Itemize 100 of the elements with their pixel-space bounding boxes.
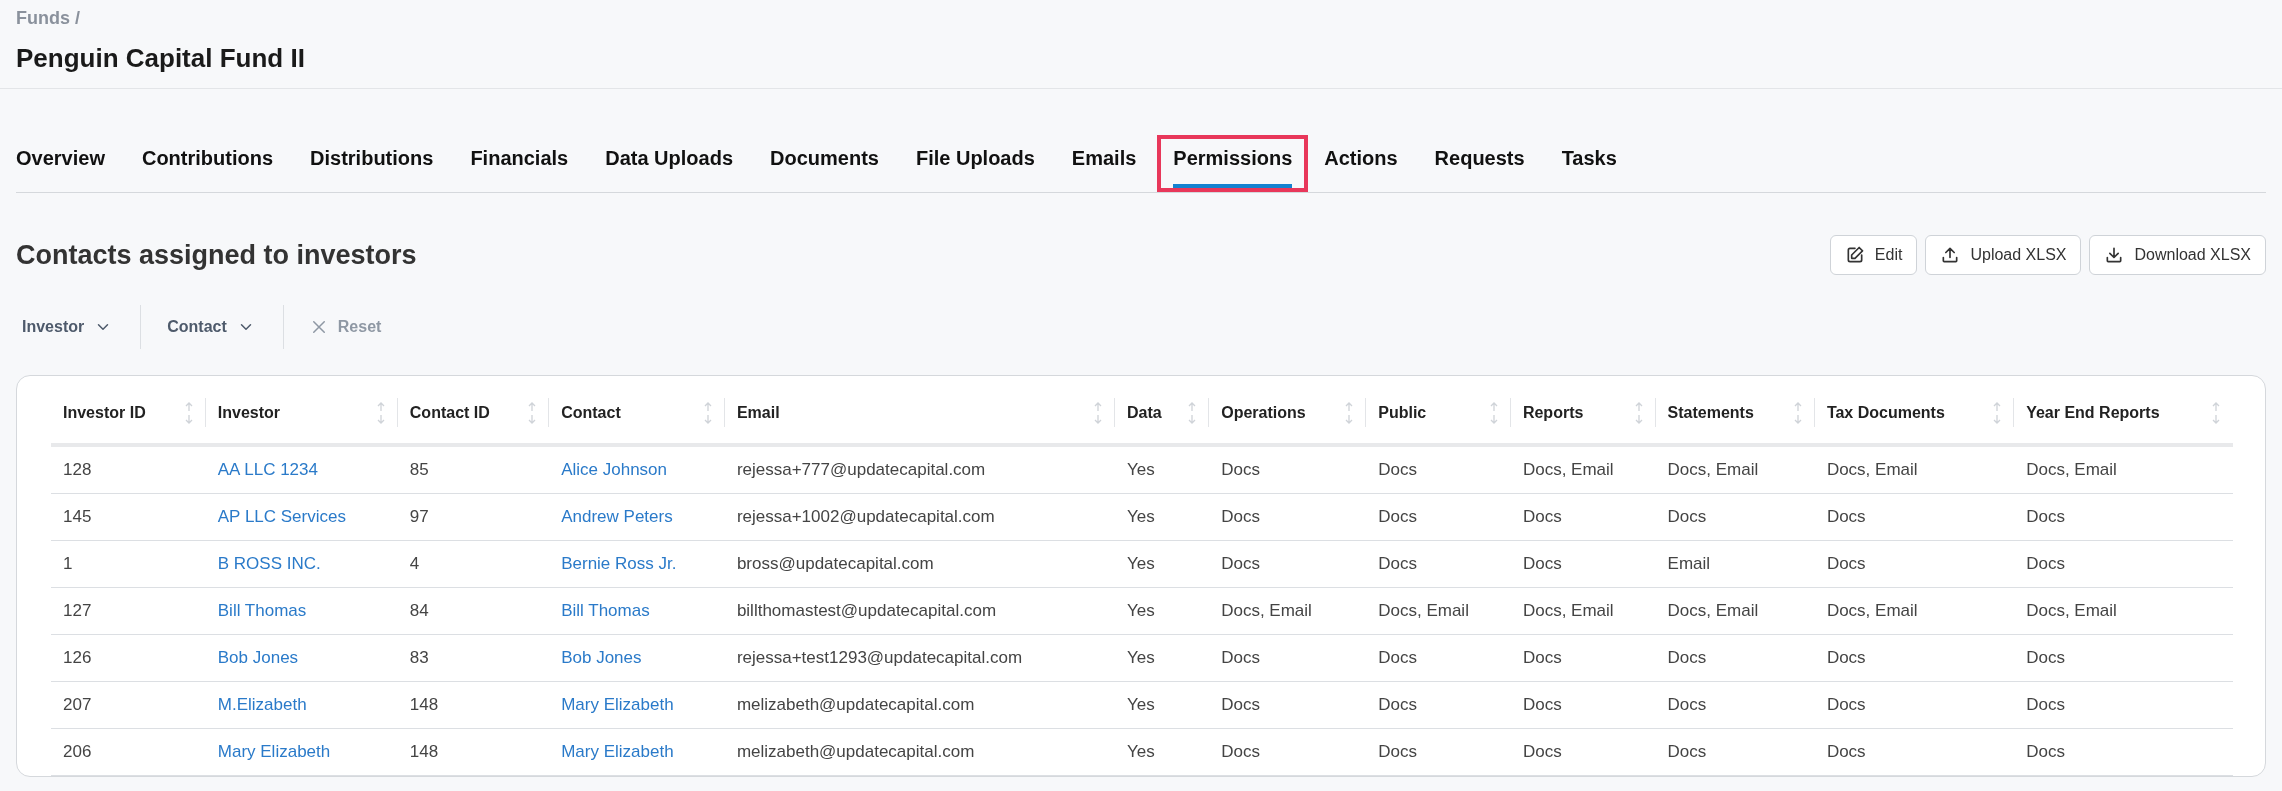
tab[interactable]: Tasks (1561, 139, 1617, 192)
table-link[interactable]: Bill Thomas (205, 587, 398, 635)
filter-dropdown[interactable]: Investor (16, 318, 141, 336)
table-cell: Docs (1814, 634, 2015, 682)
table-cell: Docs (1209, 445, 1367, 494)
table-link[interactable]: Alice Johnson (549, 445, 725, 494)
tab[interactable]: Documents (770, 139, 879, 192)
table-cell: Docs (1655, 493, 1815, 541)
table-cell: bross@updatecapital.com (724, 540, 1115, 588)
table-cell: Yes (1114, 445, 1210, 494)
table-cell: Docs (2014, 634, 2233, 682)
table-cell: Docs, Email (1814, 445, 2015, 494)
table-link[interactable]: Bernie Ross Jr. (549, 540, 725, 588)
table-cell: Docs (1366, 681, 1511, 729)
table-cell: 84 (397, 587, 550, 635)
table-cell: Yes (1114, 540, 1210, 588)
table-cell: melizabeth@updatecapital.com (724, 681, 1115, 729)
table-cell: 1 (51, 540, 206, 588)
table-link[interactable]: B ROSS INC. (205, 540, 398, 588)
table-cell: 4 (397, 540, 550, 588)
table-link[interactable]: AP LLC Services (205, 493, 398, 541)
tab[interactable]: Permissions (1157, 135, 1309, 192)
table-cell: 83 (397, 634, 550, 682)
table-cell: melizabeth@updatecapital.com (724, 728, 1115, 776)
table-link[interactable]: AA LLC 1234 (205, 445, 398, 494)
sort-icon[interactable] (1344, 402, 1355, 424)
table-cell: Yes (1114, 493, 1210, 541)
sort-icon[interactable] (1187, 402, 1198, 424)
table-cell: Docs (1366, 540, 1511, 588)
tab[interactable]: Distributions (310, 139, 434, 192)
table-cell: 128 (51, 445, 206, 494)
table-cell: Docs (1510, 681, 1656, 729)
table-cell: Docs (1655, 634, 1815, 682)
table-cell: Docs, Email (1510, 445, 1656, 494)
sort-icon[interactable] (1633, 402, 1644, 424)
table-link[interactable]: M.Elizabeth (205, 681, 398, 729)
sort-icon[interactable] (2211, 402, 2221, 424)
sort-icon[interactable] (1792, 402, 1803, 424)
table-cell: Yes (1114, 634, 1210, 682)
tab[interactable]: Overview (16, 139, 105, 192)
table-cell: Docs, Email (1655, 587, 1815, 635)
sort-icon[interactable] (702, 402, 713, 424)
table-link[interactable]: Mary Elizabeth (205, 728, 398, 776)
table-cell: Docs, Email (2014, 445, 2233, 494)
column-header: Tax Documents (1826, 404, 1945, 422)
tab[interactable]: Emails (1071, 139, 1137, 192)
upload-button[interactable]: Upload XLSX (1925, 235, 2082, 275)
table-cell: 145 (51, 493, 206, 541)
table-cell: Docs (1655, 681, 1815, 729)
tab[interactable]: Contributions (141, 139, 274, 192)
table-cell: Docs (1510, 634, 1656, 682)
edit-button[interactable]: Edit (1829, 235, 1918, 275)
column-header: Public (1378, 404, 1427, 422)
tab[interactable]: Data Uploads (605, 139, 733, 192)
table-cell: 127 (51, 587, 206, 635)
sort-icon[interactable] (527, 402, 538, 424)
tab[interactable]: File Uploads (915, 139, 1035, 192)
table-cell: Yes (1114, 728, 1210, 776)
table-link[interactable]: Bill Thomas (549, 587, 725, 635)
sort-icon[interactable] (1992, 402, 2003, 424)
table-cell: 206 (51, 728, 206, 776)
table-cell: Docs (2014, 540, 2233, 588)
table-cell: 148 (397, 681, 550, 729)
table-cell: Docs (1510, 540, 1656, 588)
sort-icon[interactable] (1092, 402, 1103, 424)
download-button[interactable]: Download XLSX (2089, 235, 2266, 275)
table-cell: Docs (1366, 493, 1511, 541)
table-cell: Docs, Email (1814, 587, 2015, 635)
table-link[interactable]: Bob Jones (205, 634, 398, 682)
table-link[interactable]: Andrew Peters (549, 493, 725, 541)
download-icon (2104, 245, 2125, 265)
table-cell: Docs (1366, 728, 1511, 776)
table-cell: Docs (1510, 728, 1656, 776)
upload-icon (1940, 245, 1961, 265)
section-title: Contacts assigned to investors (16, 239, 417, 271)
sort-icon[interactable] (375, 402, 386, 424)
table-cell: Docs (1510, 493, 1656, 541)
table-cell: Docs (1209, 540, 1367, 588)
table-cell: Docs (1814, 681, 2015, 729)
column-header: Investor ID (63, 404, 146, 422)
table-link[interactable]: Bob Jones (549, 634, 725, 682)
table-cell: Docs, Email (2014, 587, 2233, 635)
tab[interactable]: Financials (470, 139, 569, 192)
tab[interactable]: Requests (1434, 139, 1525, 192)
table-link[interactable]: Mary Elizabeth (549, 728, 725, 776)
table-link[interactable]: Mary Elizabeth (549, 681, 725, 729)
table-cell: Docs (1814, 728, 2015, 776)
filter-dropdown[interactable]: Contact (161, 318, 283, 336)
table-cell: Docs (1814, 493, 2015, 541)
tab[interactable]: Actions (1324, 139, 1398, 192)
table-cell: Docs (1209, 728, 1367, 776)
table-cell: Docs, Email (1510, 587, 1656, 635)
sort-icon[interactable] (1488, 402, 1499, 424)
table-cell: rejessa+777@updatecapital.com (724, 445, 1115, 494)
page-title: Penguin Capital Fund II (16, 43, 306, 74)
column-header: Contact (561, 404, 621, 422)
sort-icon[interactable] (183, 402, 194, 424)
column-header: Operations (1221, 404, 1306, 422)
column-header: Email (736, 404, 780, 422)
table-cell: Docs (1366, 445, 1511, 494)
